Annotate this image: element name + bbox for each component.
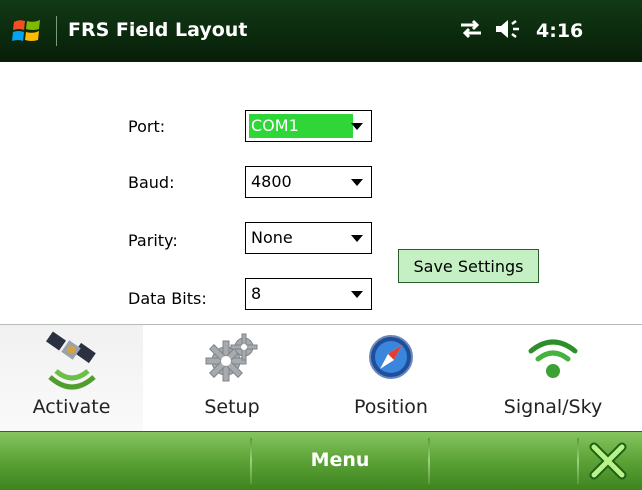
port-label: Port: [128, 117, 166, 136]
close-icon[interactable] [588, 441, 628, 481]
baud-label: Baud: [128, 173, 175, 192]
data-bits-select[interactable]: 8 [245, 278, 372, 310]
status-area[interactable]: 4:16 [458, 19, 583, 43]
toolbar-item-position[interactable]: Position [320, 325, 462, 432]
windows-start-icon[interactable] [12, 17, 42, 45]
chevron-down-icon [351, 123, 363, 130]
toolbar-item-setup[interactable]: Setup [162, 325, 302, 432]
softkey-divider [577, 438, 579, 484]
save-settings-button[interactable]: Save Settings [398, 249, 539, 283]
signal-icon [525, 331, 581, 391]
baud-select[interactable]: 4800 [245, 166, 372, 198]
title-separator [56, 16, 57, 46]
toolbar-label-signal-sky: Signal/Sky [503, 396, 603, 418]
toolbar-label-position: Position [354, 396, 428, 418]
data-bits-value: 8 [251, 284, 262, 303]
toolbar-item-signal-sky[interactable]: Signal/Sky [478, 325, 628, 432]
toolbar-item-activate[interactable]: Activate [0, 325, 143, 432]
chevron-down-icon [351, 179, 363, 186]
baud-value: 4800 [251, 172, 292, 191]
port-select[interactable]: COM1 [245, 110, 372, 142]
satellite-icon [42, 331, 102, 399]
chevron-down-icon [351, 291, 363, 298]
toolbar-label-activate: Activate [32, 396, 111, 418]
toolbar-label-setup: Setup [204, 396, 260, 418]
title-bar: FRS Field Layout 4:16 [0, 0, 642, 62]
menu-button[interactable]: Menu [252, 432, 428, 490]
softkey-divider [428, 438, 430, 484]
connectivity-icon[interactable] [458, 18, 484, 44]
toolbar: Activate Setup Position Signal/Sky [0, 324, 642, 432]
volume-icon[interactable] [494, 18, 522, 44]
soft-key-bar: Menu [0, 431, 642, 490]
clock[interactable]: 4:16 [536, 19, 583, 43]
data-bits-label: Data Bits: [128, 289, 207, 308]
port-value: COM1 [249, 114, 353, 138]
parity-value: None [251, 228, 293, 247]
gears-icon [202, 331, 262, 391]
parity-label: Parity: [128, 231, 178, 250]
chevron-down-icon [351, 235, 363, 242]
parity-select[interactable]: None [245, 222, 372, 254]
app-title: FRS Field Layout [68, 19, 248, 41]
compass-icon [363, 331, 419, 391]
